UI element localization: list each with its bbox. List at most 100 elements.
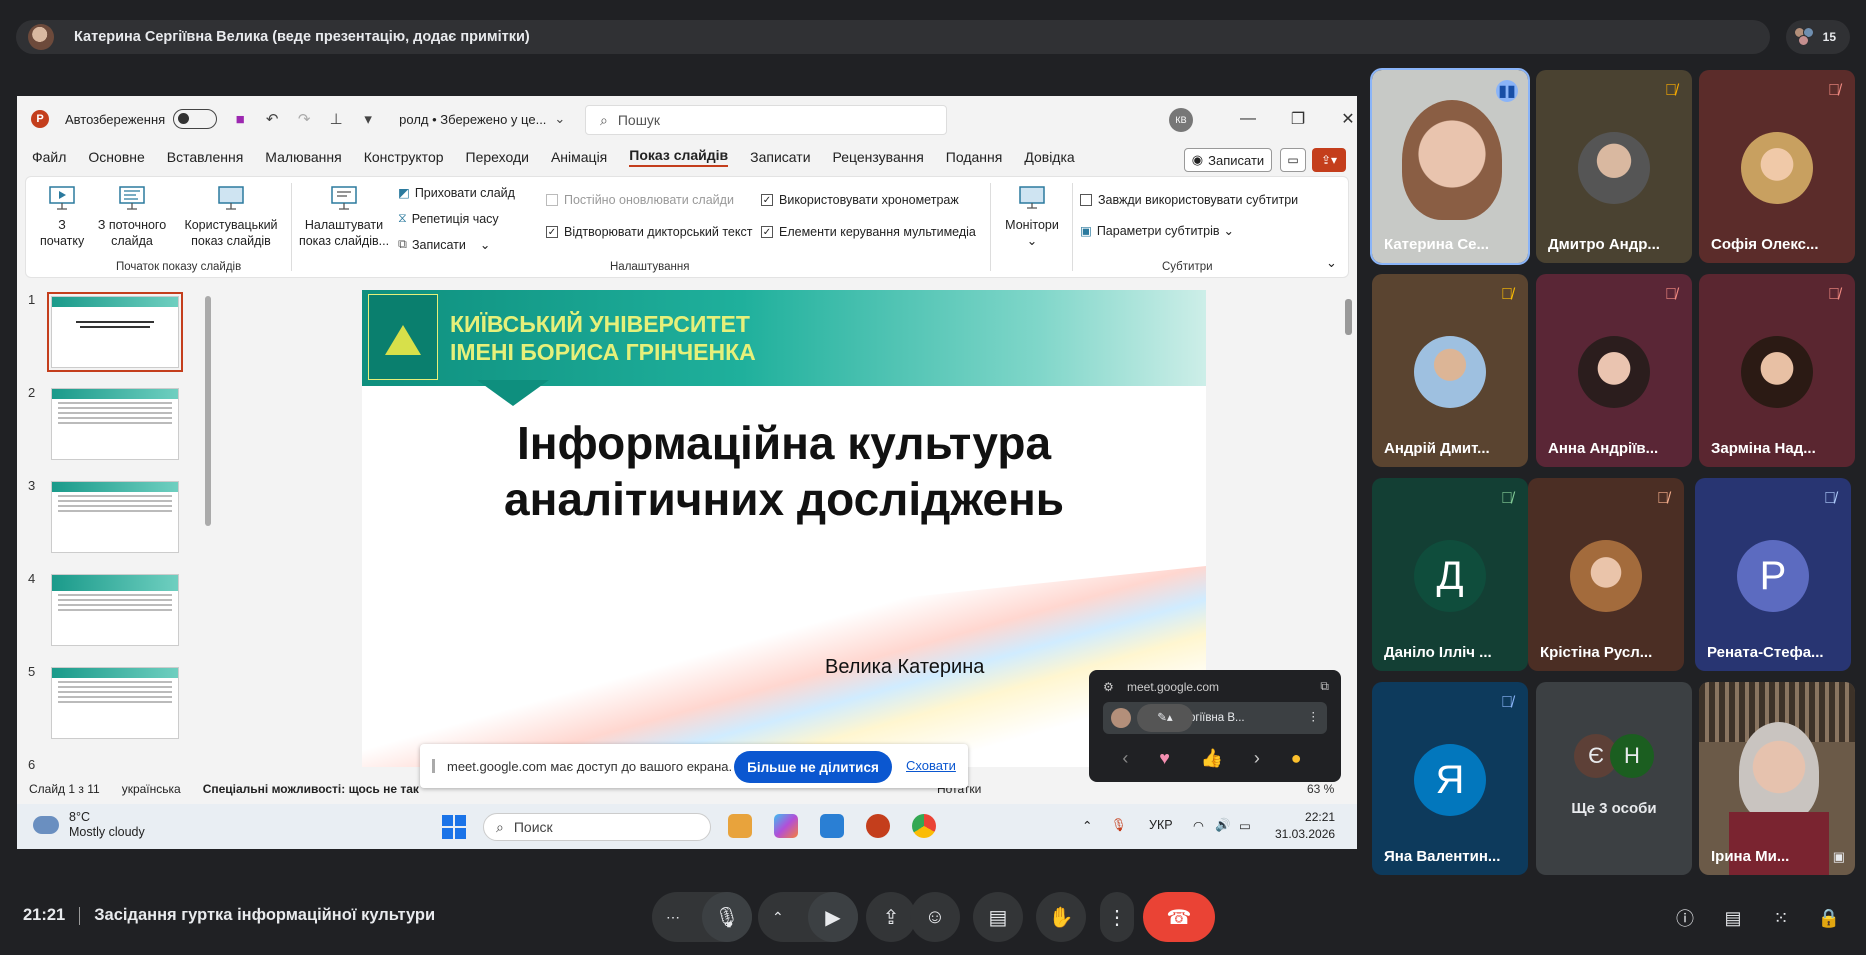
chevron-right-icon[interactable]: › bbox=[1254, 748, 1260, 769]
record-button[interactable]: ◉ Записати bbox=[1184, 148, 1272, 172]
menu-home[interactable]: Основне bbox=[88, 149, 144, 165]
play-narration-checkbox[interactable]: ✓ Відтворювати дикторський текст bbox=[546, 225, 752, 239]
slide-thumbnail[interactable] bbox=[51, 481, 179, 553]
setup-show-button[interactable]: Налаштувати показ слайдів... bbox=[296, 183, 392, 249]
drag-handle-icon[interactable] bbox=[432, 759, 435, 773]
collapse-ribbon-icon[interactable]: ⌄ bbox=[1326, 255, 1337, 271]
participant-tile[interactable]: 🎙̸ Дмитро Андр... bbox=[1536, 70, 1692, 263]
mic-button[interactable]: ⋯ 🎙 bbox=[652, 892, 752, 942]
chevron-left-icon[interactable]: ‹ bbox=[1122, 748, 1128, 769]
chevron-up-icon[interactable]: ⌃ bbox=[1082, 818, 1092, 833]
subtitle-settings-button[interactable]: ▣ Параметри субтитрів ⌄ bbox=[1080, 223, 1234, 239]
slide-thumbnail[interactable] bbox=[51, 667, 179, 739]
rehearse-button[interactable]: ⧖ Репетиція часу bbox=[398, 211, 499, 226]
menu-animations[interactable]: Анімація bbox=[551, 149, 607, 165]
thumbnails-scrollbar[interactable] bbox=[205, 296, 211, 526]
participant-tile[interactable]: Д 🎙̸ Даніло Ілліч ... bbox=[1372, 478, 1528, 671]
slide-thumbnail[interactable] bbox=[47, 292, 183, 372]
restore-icon[interactable]: ❐ bbox=[1283, 104, 1313, 134]
from-start-button[interactable]: З початку bbox=[40, 183, 84, 249]
volume-icon[interactable]: 🔊 bbox=[1215, 818, 1231, 833]
taskbar-search[interactable]: ⌕ Поиск bbox=[483, 813, 711, 841]
menu-design[interactable]: Конструктор bbox=[364, 149, 444, 165]
emoji-icon[interactable]: ☺ bbox=[910, 892, 960, 942]
participant-tile[interactable]: 🎙̸ Анна Андріїв... bbox=[1536, 274, 1692, 467]
menu-draw[interactable]: Малювання bbox=[265, 149, 341, 165]
comments-icon[interactable]: ▭ bbox=[1280, 148, 1306, 172]
microphone-icon[interactable]: 🎙 bbox=[702, 892, 752, 942]
present-icon[interactable]: ⊥ bbox=[327, 110, 345, 128]
more-vert-icon[interactable]: ⋮ bbox=[1308, 709, 1320, 723]
file-name[interactable]: ролд • Збережено у це... bbox=[399, 112, 546, 127]
input-language[interactable]: УКР bbox=[1149, 818, 1173, 832]
hide-slide-button[interactable]: ◩ Приховати слайд bbox=[398, 185, 515, 201]
heart-icon[interactable]: ♥ bbox=[1159, 748, 1170, 769]
participant-tile[interactable]: Р 🎙̸ Рената-Стефа... bbox=[1695, 478, 1851, 671]
redo-icon[interactable]: ↷ bbox=[295, 110, 313, 128]
accessibility-status[interactable]: Спеціальні можливості: щось не так bbox=[203, 782, 419, 796]
powerpoint-taskbar-icon[interactable] bbox=[866, 814, 890, 838]
more-options-icon[interactable]: ⋯ bbox=[666, 909, 680, 926]
others-tile[interactable]: Є Н Ще 3 особи bbox=[1536, 682, 1692, 875]
copilot-icon[interactable] bbox=[774, 814, 798, 838]
save-icon[interactable]: ■ bbox=[231, 110, 249, 128]
share-button[interactable]: ⇪▾ bbox=[1312, 148, 1346, 172]
emoji-icon[interactable]: ● bbox=[1291, 748, 1302, 769]
file-explorer-icon[interactable] bbox=[728, 814, 752, 838]
captions-icon[interactable]: ▤ bbox=[973, 892, 1023, 942]
participant-tile[interactable]: Я 🎙̸ Яна Валентин... bbox=[1372, 682, 1528, 875]
participant-tile[interactable]: 🎙̸ Андрій Дмит... bbox=[1372, 274, 1528, 467]
photos-icon[interactable] bbox=[820, 814, 844, 838]
leave-call-button[interactable]: ☎ bbox=[1143, 892, 1215, 942]
language-indicator[interactable]: українська bbox=[122, 782, 181, 796]
slide-scrollbar[interactable] bbox=[1345, 299, 1352, 335]
undo-icon[interactable]: ↶ bbox=[263, 110, 281, 128]
battery-icon[interactable]: ▭ bbox=[1239, 818, 1251, 833]
pin-icon[interactable]: ▣ bbox=[1833, 849, 1845, 865]
ppt-search-input[interactable]: ⌕ Пошук bbox=[585, 105, 947, 135]
hide-notice-link[interactable]: Сховати bbox=[906, 758, 956, 773]
wifi-icon[interactable]: ◠ bbox=[1193, 818, 1204, 833]
microphone-icon[interactable]: 🎙 bbox=[1111, 818, 1127, 833]
participant-tile[interactable]: 🎙̸ Крістіна Русл... bbox=[1528, 478, 1684, 671]
host-controls-icon[interactable]: 🔒 bbox=[1817, 906, 1841, 930]
slide-thumbnail[interactable] bbox=[51, 574, 179, 646]
participants-count-button[interactable]: 15 bbox=[1786, 20, 1850, 54]
more-vert-icon[interactable]: ⋮ bbox=[1100, 892, 1134, 942]
stop-sharing-button[interactable]: Більше не ділитися bbox=[734, 751, 892, 783]
menu-insert[interactable]: Вставлення bbox=[167, 149, 244, 165]
pip-icon[interactable]: ⧉ bbox=[1320, 679, 1329, 694]
menu-view[interactable]: Подання bbox=[946, 149, 1003, 165]
raise-hand-icon[interactable]: ✋ bbox=[1036, 892, 1086, 942]
from-current-button[interactable]: З поточного слайда bbox=[90, 183, 174, 249]
always-subtitles-checkbox[interactable]: Завжди використовувати субтитри bbox=[1080, 193, 1298, 207]
menu-help[interactable]: Довідка bbox=[1024, 149, 1074, 165]
media-controls-checkbox[interactable]: ✓ Елементи керування мультимедіа bbox=[761, 225, 976, 239]
thumbs-up-icon[interactable]: 👍 bbox=[1201, 748, 1223, 769]
slide-thumbnail[interactable] bbox=[51, 388, 179, 460]
chevron-up-icon[interactable]: ⌃ bbox=[772, 909, 784, 926]
menu-transitions[interactable]: Переходи bbox=[466, 149, 529, 165]
menu-review[interactable]: Рецензування bbox=[833, 149, 924, 165]
activities-icon[interactable]: ⁙ bbox=[1769, 906, 1793, 930]
chat-icon[interactable]: ▤ bbox=[1721, 906, 1745, 930]
taskbar-clock[interactable]: 22:21 31.03.2026 bbox=[1275, 809, 1335, 843]
participant-tile[interactable]: 🎙̸ Софія Олекс... bbox=[1699, 70, 1855, 263]
record-dropdown[interactable]: ⧉ Записати ⌄ bbox=[398, 237, 490, 252]
info-icon[interactable]: ⓘ bbox=[1673, 906, 1697, 930]
participant-tile[interactable]: 🎙̸ Зарміна Над... bbox=[1699, 274, 1855, 467]
participant-tile[interactable]: ▮▮ Катерина Се... bbox=[1370, 68, 1530, 265]
zoom-level[interactable]: 63 % bbox=[1307, 782, 1334, 796]
annotate-icon[interactable]: ✎▴ bbox=[1137, 704, 1193, 732]
weather-widget[interactable]: 8°C Mostly cloudy bbox=[29, 810, 145, 840]
custom-show-button[interactable]: Користувацький показ слайдів bbox=[178, 183, 284, 249]
camera-button[interactable]: ⌃ ▶ bbox=[758, 892, 858, 942]
windows-start-icon[interactable] bbox=[442, 815, 466, 839]
menu-file[interactable]: Файл bbox=[32, 149, 66, 165]
user-avatar[interactable]: КВ bbox=[1169, 108, 1193, 132]
minimize-icon[interactable]: — bbox=[1233, 104, 1263, 134]
participant-tile[interactable]: Ірина Ми... ▣ bbox=[1699, 682, 1855, 875]
monitors-button[interactable]: Монітори ⌄ bbox=[996, 183, 1068, 249]
menu-record[interactable]: Записати bbox=[750, 149, 810, 165]
camera-icon[interactable]: ▶ bbox=[808, 892, 858, 942]
